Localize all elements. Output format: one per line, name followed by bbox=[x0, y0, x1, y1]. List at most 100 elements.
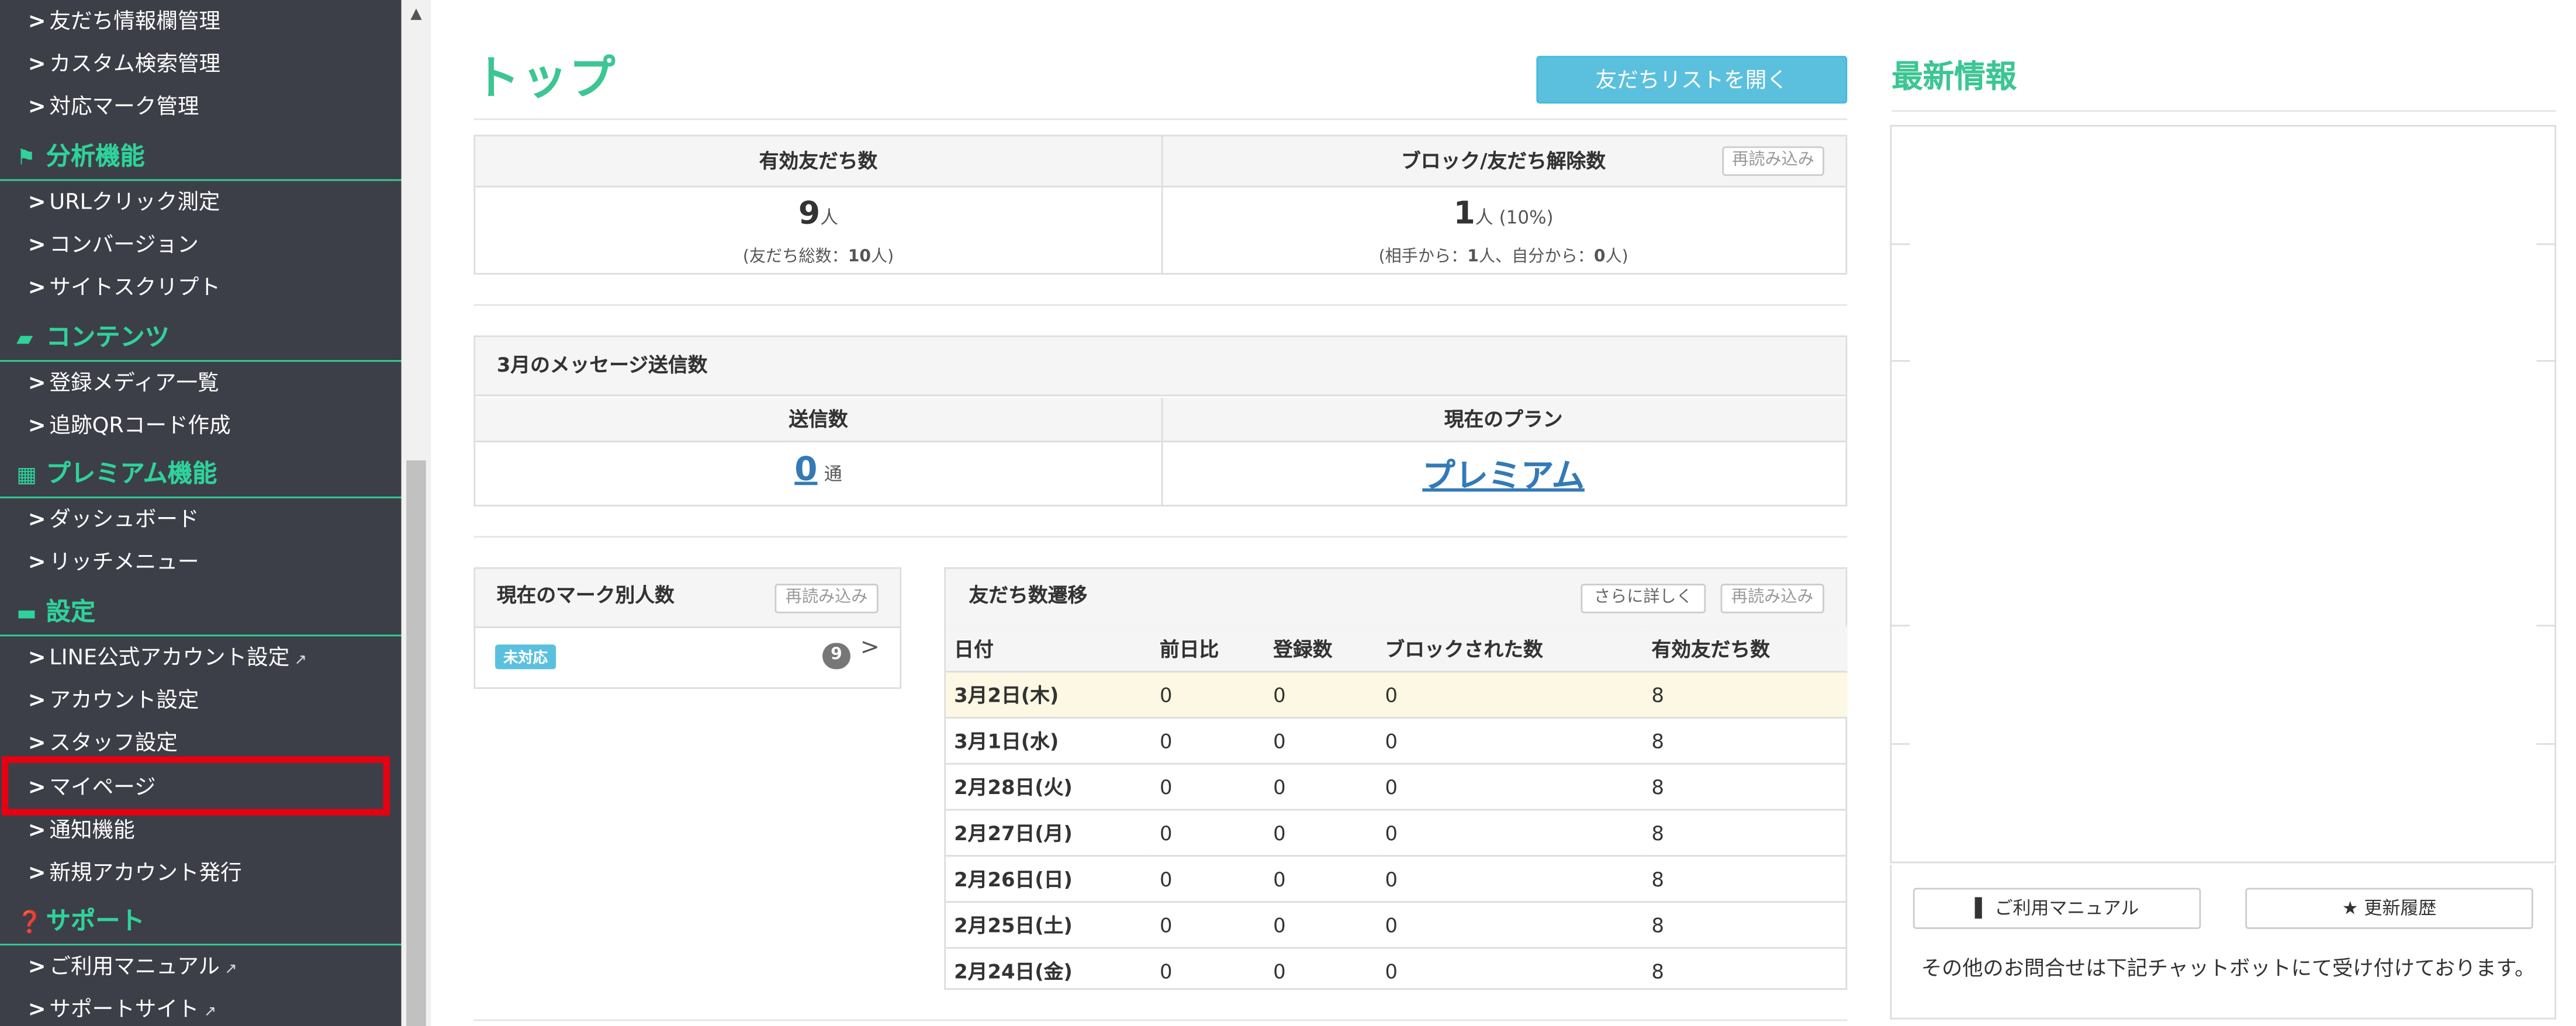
sidebar-item-account-settings[interactable]: > アカウント設定 bbox=[0, 681, 402, 723]
sidebar-item-custom-search[interactable]: > カスタム検索管理 bbox=[0, 44, 402, 87]
friends-summary-panel: 有効友だち数 ブロック/友だち解除数 再読み込み 9人 (友だち総数：10人) … bbox=[473, 134, 1848, 275]
messages-title: 3月のメッセージ送信数 bbox=[475, 337, 1846, 397]
plan-header: 現在のプラン bbox=[1161, 398, 1846, 442]
chevron-right-icon: > bbox=[27, 819, 46, 844]
friends-trend-table: 日付 前日比 登録数 ブロックされた数 有効友だち数 3月2日(木) 0 0 0… bbox=[946, 626, 1848, 993]
table-cell: 0 bbox=[1377, 717, 1644, 765]
sidebar-heading-analytics: ⚑ 分析機能 bbox=[0, 131, 402, 181]
scroll-up-icon[interactable]: ▲ bbox=[402, 0, 431, 30]
column-header: 登録数 bbox=[1265, 626, 1377, 673]
table-cell: 0 bbox=[1377, 855, 1644, 903]
frame-tick bbox=[1890, 360, 1910, 362]
table-cell: 8 bbox=[1643, 717, 1848, 765]
table-cell: 0 bbox=[1377, 902, 1644, 949]
sidebar-item-manual[interactable]: > ご利用マニュアル ↗ bbox=[0, 947, 402, 990]
external-link-icon: ↗ bbox=[294, 653, 307, 670]
marks-reload-button[interactable]: 再読み込み bbox=[774, 584, 879, 613]
sidebar-item-line-account-settings[interactable]: > LINE公式アカウント設定 ↗ bbox=[0, 638, 402, 681]
sidebar-item-mark-management[interactable]: > 対応マーク管理 bbox=[0, 87, 402, 130]
frame-tick bbox=[1890, 243, 1910, 245]
flag-icon: ⚑ bbox=[16, 146, 36, 171]
chevron-right-icon: > bbox=[27, 190, 46, 216]
marks-panel: 現在のマーク別人数 再読み込み bbox=[473, 567, 902, 689]
frame-tick bbox=[1890, 743, 1910, 745]
sidebar-heading-support: ❓ サポート bbox=[0, 896, 402, 946]
mark-count-badge: 9 bbox=[822, 643, 850, 670]
more-details-button[interactable]: さらに詳しく bbox=[1581, 584, 1706, 613]
table-cell: 0 bbox=[1265, 902, 1377, 949]
table-row: 3月2日(木) 0 0 0 8 bbox=[946, 671, 1848, 719]
sidebar-item-media-list[interactable]: > 登録メディア一覧 bbox=[0, 363, 402, 406]
table-cell: 8 bbox=[1643, 809, 1848, 857]
table-cell: 3月2日(木) bbox=[946, 671, 1152, 719]
table-cell: 0 bbox=[1385, 959, 1398, 983]
table-header-row: 日付 前日比 登録数 ブロックされた数 有効友だち数 bbox=[946, 626, 1848, 673]
gift-icon: ▦ bbox=[16, 463, 37, 488]
valid-friends-header: 有効友だち数 bbox=[475, 136, 1161, 188]
messages-panel: 3月のメッセージ送信数 送信数 現在のプラン 0通 プレミアム bbox=[473, 335, 1848, 507]
table-cell: 0 bbox=[1265, 764, 1377, 811]
page-title: トップ bbox=[473, 51, 617, 106]
sent-count-link[interactable]: 0 bbox=[794, 449, 817, 488]
sidebar-item-site-script[interactable]: > サイトスクリプト bbox=[0, 268, 402, 311]
sidebar-item-url-click[interactable]: > URLクリック測定 bbox=[0, 182, 402, 225]
table-cell: 0 bbox=[1151, 902, 1265, 949]
unresolved-badge[interactable]: 未対応 bbox=[495, 644, 556, 670]
sidebar-item-qr-code[interactable]: > 追跡QRコード作成 bbox=[0, 406, 402, 449]
table-cell: 0 bbox=[1151, 671, 1265, 719]
manual-button[interactable]: ▌ ご利用マニュアル bbox=[1913, 888, 2201, 929]
sidebar-item-rich-menu[interactable]: > リッチメニュー bbox=[0, 543, 402, 585]
trend-title: 友だち数遷移 bbox=[946, 569, 1846, 628]
sent-count-header: 送信数 bbox=[475, 398, 1161, 442]
news-feed-frame[interactable] bbox=[1890, 124, 2557, 864]
chevron-right-icon: > bbox=[27, 955, 46, 980]
trend-reload-button[interactable]: 再読み込み bbox=[1720, 584, 1824, 613]
chevron-right-icon: > bbox=[27, 550, 46, 576]
chevron-right-icon: > bbox=[27, 53, 46, 78]
table-cell: 2月27日(月) bbox=[946, 809, 1152, 857]
sidebar-item-conversion[interactable]: > コンバージョン bbox=[0, 226, 402, 268]
sidebar-item-dashboard[interactable]: > ダッシュボード bbox=[0, 500, 402, 542]
chevron-right-icon: > bbox=[27, 371, 46, 397]
chevron-right-icon[interactable]: > bbox=[860, 635, 880, 661]
table-row: 2月26日(日) 0 0 0 8 bbox=[946, 855, 1848, 903]
book-icon: ▌ bbox=[1975, 897, 1989, 920]
table-cell: 8 bbox=[1643, 855, 1848, 903]
table-cell: 8 bbox=[1643, 764, 1848, 811]
frame-tick bbox=[1890, 625, 1910, 627]
sidebar-heading-premium: ▦ プレミアム機能 bbox=[0, 449, 402, 498]
update-history-button[interactable]: ★ 更新履歴 bbox=[2245, 888, 2533, 929]
open-friend-list-button[interactable]: 友だちリストを開く bbox=[1536, 56, 1848, 104]
column-header: 日付 bbox=[946, 626, 1152, 673]
column-header: ブロックされた数 bbox=[1377, 626, 1644, 673]
sidebar-item-new-account[interactable]: > 新規アカウント発行 bbox=[0, 854, 402, 896]
table-cell: 0 bbox=[1377, 764, 1644, 811]
sidebar-item-notifications[interactable]: > 通知機能 bbox=[0, 810, 402, 853]
scrollbar-thumb[interactable] bbox=[406, 460, 426, 1026]
frame-tick bbox=[2536, 625, 2557, 627]
plan-link[interactable]: プレミアム bbox=[1422, 456, 1584, 495]
external-link-icon: ↗ bbox=[224, 962, 237, 979]
table-cell: 8 bbox=[1651, 959, 1664, 983]
table-row: 2月28日(火) 0 0 0 8 bbox=[946, 764, 1848, 811]
chevron-right-icon: > bbox=[27, 414, 46, 439]
news-title: 最新情報 bbox=[1892, 59, 2017, 96]
screen: > 友だち情報欄管理 > カスタム検索管理 > 対応マーク管理 ⚑ 分析機能 > URLク… bbox=[0, 0, 2576, 1026]
section-divider bbox=[473, 304, 1848, 306]
table-cell: 0 bbox=[1151, 809, 1265, 857]
table-cell: 0 bbox=[1273, 959, 1286, 983]
chevron-right-icon: > bbox=[27, 689, 46, 714]
table-cell: 2月25日(土) bbox=[946, 902, 1152, 949]
chevron-right-icon: > bbox=[27, 861, 46, 886]
table-cell: 0 bbox=[1151, 717, 1265, 765]
reload-button[interactable]: 再読み込み bbox=[1722, 146, 1824, 176]
table-cell: 0 bbox=[1265, 809, 1377, 857]
sidebar-item-friend-info[interactable]: > 友だち情報欄管理 bbox=[0, 2, 402, 44]
frame-tick bbox=[2536, 360, 2557, 362]
title-divider bbox=[473, 118, 1848, 120]
news-divider bbox=[1892, 110, 2557, 112]
table-row: 3月1日(水) 0 0 0 8 bbox=[946, 717, 1848, 765]
table-cell: 2月24日(金) bbox=[954, 960, 1073, 983]
star-icon: ★ bbox=[2342, 897, 2359, 920]
column-header: 有効友だち数 bbox=[1643, 626, 1848, 673]
